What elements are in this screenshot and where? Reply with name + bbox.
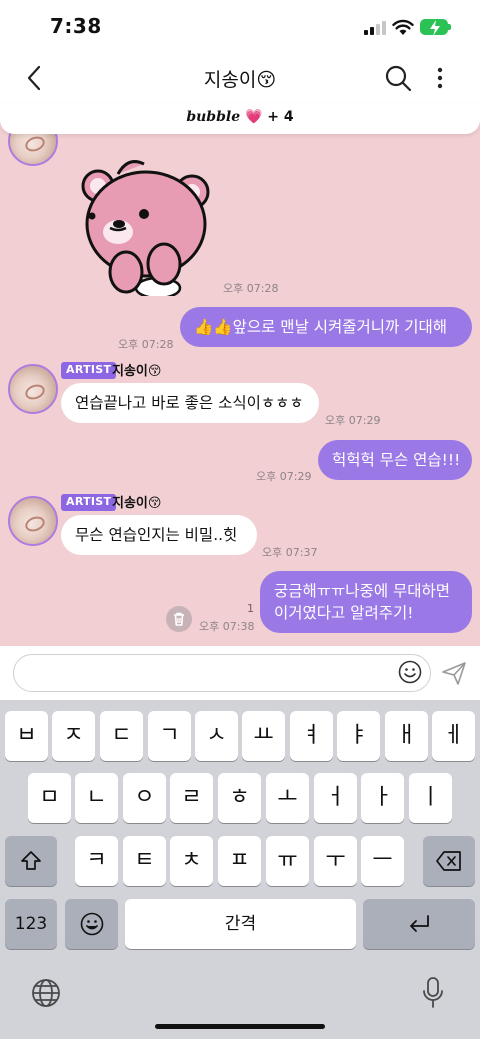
space-key[interactable]: 간격	[125, 899, 356, 949]
key[interactable]: ㅏ	[361, 773, 404, 823]
mic-icon[interactable]	[421, 976, 445, 1010]
globe-icon[interactable]	[31, 978, 61, 1008]
chat-area: 오후 07:28 👍👍앞으로 맨날 시켜줄거니까 기대해 오후 07:28 AR…	[0, 104, 480, 646]
outgoing-message[interactable]: 헉헉헉 무슨 연습!!!	[318, 440, 472, 480]
key[interactable]: ㄹ	[170, 773, 213, 823]
key[interactable]: ㅓ	[314, 773, 357, 823]
trash-icon[interactable]	[166, 606, 192, 632]
shift-icon	[21, 851, 41, 870]
incoming-message[interactable]: 연습끝나고 바로 좋은 소식이ㅎㅎㅎ	[61, 383, 319, 423]
key[interactable]: ㄷ	[100, 711, 143, 761]
wifi-icon	[392, 19, 414, 35]
emoji-icon[interactable]	[398, 660, 422, 684]
key[interactable]: ㅌ	[123, 836, 166, 886]
key[interactable]: ㅁ	[28, 773, 71, 823]
keyboard: ㅂ ㅈ ㄷ ㄱ ㅅ ㅛ ㅕ ㅑ ㅐ ㅔ ㅁ ㄴ ㅇ ㄹ ㅎ ㅗ ㅓ ㅏ ㅣ ㅋ …	[0, 700, 480, 1039]
signal-icon	[364, 21, 386, 35]
search-icon[interactable]	[384, 64, 412, 92]
key[interactable]: ㅣ	[409, 773, 452, 823]
artist-badge: ARTIST	[61, 494, 117, 511]
return-key[interactable]	[363, 899, 475, 949]
shift-key[interactable]	[5, 836, 57, 886]
key[interactable]: ㅐ	[385, 711, 428, 761]
numbers-key[interactable]: 123	[5, 899, 57, 949]
message-input-area	[0, 646, 480, 700]
key[interactable]: ㅊ	[170, 836, 213, 886]
key[interactable]: ㅕ	[290, 711, 333, 761]
emoji-key[interactable]	[65, 899, 118, 949]
battery-icon	[420, 19, 451, 36]
key[interactable]: ㅔ	[432, 711, 475, 761]
artist-avatar[interactable]	[8, 364, 58, 414]
backspace-icon	[436, 851, 461, 871]
outgoing-message[interactable]: 👍👍앞으로 맨날 시켜줄거니까 기대해	[180, 307, 472, 347]
bubble-subscription-bar[interactable]: bubble 💗 + 4	[0, 104, 480, 134]
incoming-message[interactable]: 무슨 연습인지는 비밀..힛	[61, 515, 257, 555]
artist-avatar[interactable]	[8, 496, 58, 546]
key[interactable]: ㅍ	[218, 836, 261, 886]
sender-name: 지송이😚	[112, 496, 162, 511]
key[interactable]: ㅠ	[266, 836, 309, 886]
key[interactable]: ㄴ	[75, 773, 118, 823]
key[interactable]: ㄱ	[148, 711, 191, 761]
key[interactable]: ㅋ	[75, 836, 118, 886]
key[interactable]: ㅑ	[337, 711, 380, 761]
bubble-brand: bubble	[186, 109, 241, 125]
key[interactable]: ㅅ	[195, 711, 238, 761]
key[interactable]: ㅎ	[218, 773, 261, 823]
artist-badge: ARTIST	[61, 362, 117, 379]
message-timestamp: 오후 07:29	[256, 470, 312, 483]
chat-header: 지송이😚	[0, 52, 480, 104]
status-time: 7:38	[50, 14, 102, 38]
bubble-plus-count: + 4	[267, 109, 294, 125]
key[interactable]: ㅜ	[314, 836, 357, 886]
message-timestamp: 오후 07:29	[325, 414, 381, 427]
key[interactable]: ㅛ	[242, 711, 285, 761]
heart-icon: 💗	[244, 109, 263, 125]
message-input[interactable]	[13, 654, 431, 692]
status-bar: 7:38	[0, 0, 480, 52]
message-timestamp: 오후 07:37	[262, 546, 318, 559]
message-timestamp: 오후 07:38	[199, 620, 255, 633]
key[interactable]: ㅗ	[266, 773, 309, 823]
key[interactable]: ㅡ	[361, 836, 404, 886]
bear-sticker	[81, 160, 210, 296]
emoji-icon	[80, 912, 103, 936]
return-icon	[410, 915, 429, 932]
unread-count: 1	[247, 602, 254, 615]
send-icon[interactable]	[440, 659, 468, 687]
key[interactable]: ㅈ	[52, 711, 95, 761]
key[interactable]: ㅇ	[123, 773, 166, 823]
backspace-key[interactable]	[423, 836, 475, 886]
home-indicator[interactable]	[155, 1024, 325, 1029]
message-timestamp: 오후 07:28	[118, 338, 174, 351]
more-icon[interactable]	[428, 64, 452, 92]
outgoing-message[interactable]: 궁금해ㅠㅠ나중에 무대하면 이거였다고 알려주기!	[260, 571, 472, 633]
sticker-timestamp: 오후 07:28	[223, 282, 279, 295]
key[interactable]: ㅂ	[5, 711, 48, 761]
sender-name: 지송이😚	[112, 364, 162, 379]
